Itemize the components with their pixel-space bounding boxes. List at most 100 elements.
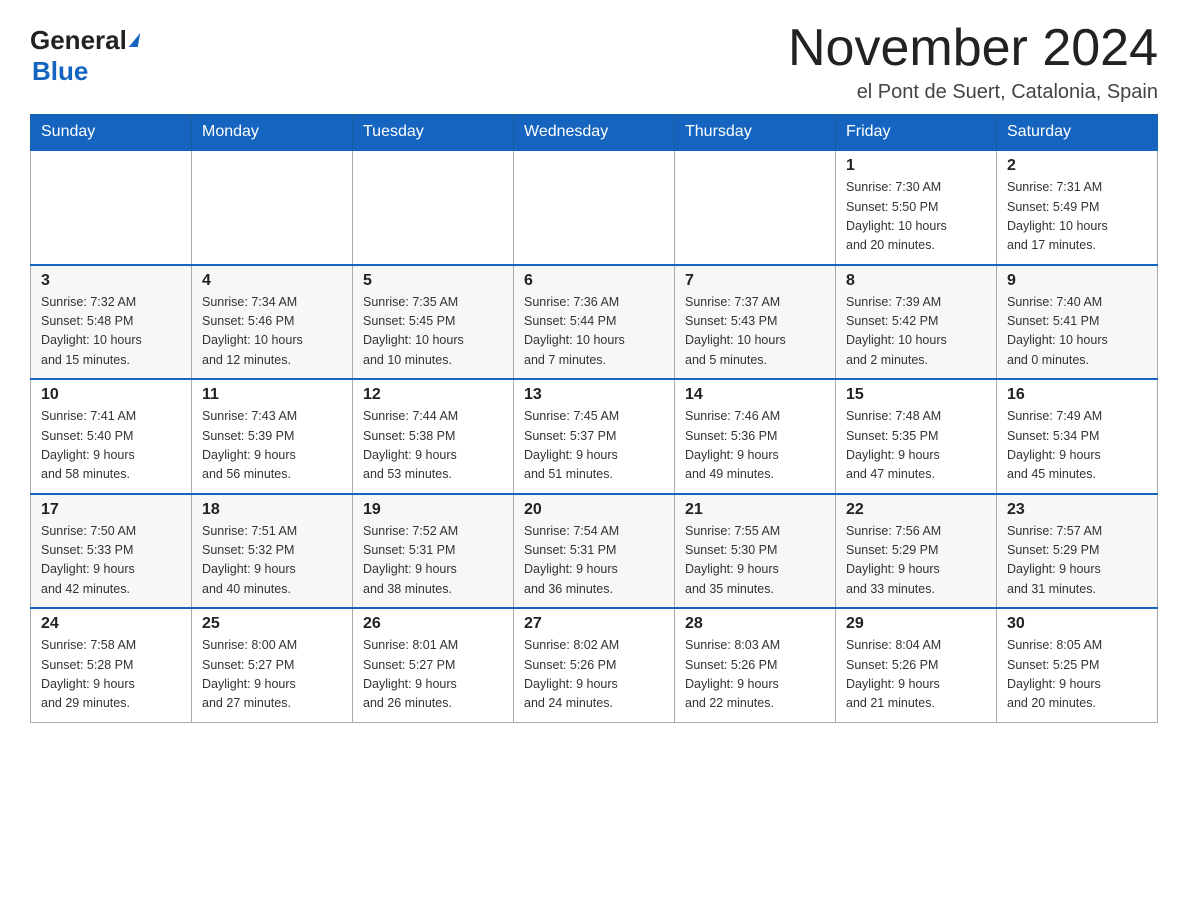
- calendar-cell: [192, 150, 353, 265]
- calendar-cell: 25 Sunrise: 8:00 AM Sunset: 5:27 PM Dayli…: [192, 608, 353, 722]
- calendar-cell: 18 Sunrise: 7:51 AM Sunset: 5:32 PM Dayli…: [192, 494, 353, 609]
- day-info: Sunrise: 8:00 AM Sunset: 5:27 PM Dayligh…: [202, 636, 342, 714]
- day-info: Sunrise: 7:37 AM Sunset: 5:43 PM Dayligh…: [685, 293, 825, 371]
- day-info: Sunrise: 7:45 AM Sunset: 5:37 PM Dayligh…: [524, 407, 664, 485]
- day-number: 17: [41, 501, 181, 519]
- day-info: Sunrise: 7:48 AM Sunset: 5:35 PM Dayligh…: [846, 407, 986, 485]
- day-info: Sunrise: 7:51 AM Sunset: 5:32 PM Dayligh…: [202, 522, 342, 600]
- calendar-cell: 2Sunrise: 7:31 AM Sunset: 5:49 PM Daylig…: [997, 150, 1158, 265]
- day-number: 10: [41, 386, 181, 404]
- day-number: 27: [524, 615, 664, 633]
- weekday-header-friday: Friday: [836, 115, 997, 151]
- calendar-cell: 28Sunrise: 8:03 AM Sunset: 5:26 PM Dayli…: [675, 608, 836, 722]
- calendar-cell: [675, 150, 836, 265]
- day-number: 25: [202, 615, 342, 633]
- day-info: Sunrise: 8:03 AM Sunset: 5:26 PM Dayligh…: [685, 636, 825, 714]
- calendar-table: SundayMondayTuesdayWednesdayThursdayFrid…: [30, 114, 1158, 723]
- calendar-cell: 6 Sunrise: 7:36 AM Sunset: 5:44 PM Daylig…: [514, 265, 675, 380]
- day-number: 18: [202, 501, 342, 519]
- day-number: 4: [202, 272, 342, 290]
- day-number: 13: [524, 386, 664, 404]
- day-info: Sunrise: 7:36 AM Sunset: 5:44 PM Dayligh…: [524, 293, 664, 371]
- weekday-header-monday: Monday: [192, 115, 353, 151]
- day-number: 11: [202, 386, 342, 404]
- calendar-header-row: SundayMondayTuesdayWednesdayThursdayFrid…: [31, 115, 1158, 151]
- day-info: Sunrise: 7:55 AM Sunset: 5:30 PM Dayligh…: [685, 522, 825, 600]
- day-info: Sunrise: 8:05 AM Sunset: 5:25 PM Dayligh…: [1007, 636, 1147, 714]
- calendar-cell: 11 Sunrise: 7:43 AM Sunset: 5:39 PM Dayli…: [192, 379, 353, 494]
- day-number: 26: [363, 615, 503, 633]
- calendar-cell: 21Sunrise: 7:55 AM Sunset: 5:30 PM Dayli…: [675, 494, 836, 609]
- day-info: Sunrise: 7:31 AM Sunset: 5:49 PM Dayligh…: [1007, 178, 1147, 256]
- week-row-4: 17 Sunrise: 7:50 AM Sunset: 5:33 PM Dayli…: [31, 494, 1158, 609]
- day-number: 6: [524, 272, 664, 290]
- calendar-cell: 24Sunrise: 7:58 AM Sunset: 5:28 PM Dayli…: [31, 608, 192, 722]
- calendar-cell: 17 Sunrise: 7:50 AM Sunset: 5:33 PM Dayli…: [31, 494, 192, 609]
- day-info: Sunrise: 7:52 AM Sunset: 5:31 PM Dayligh…: [363, 522, 503, 600]
- calendar-cell: [31, 150, 192, 265]
- day-number: 8: [846, 272, 986, 290]
- calendar-cell: 30 Sunrise: 8:05 AM Sunset: 5:25 PM Dayli…: [997, 608, 1158, 722]
- calendar-cell: 1 Sunrise: 7:30 AM Sunset: 5:50 PM Daylig…: [836, 150, 997, 265]
- calendar-cell: 26 Sunrise: 8:01 AM Sunset: 5:27 PM Dayli…: [353, 608, 514, 722]
- page-header: General Blue November 2024 el Pont de Su…: [30, 20, 1158, 104]
- day-number: 20: [524, 501, 664, 519]
- week-row-3: 10 Sunrise: 7:41 AM Sunset: 5:40 PM Dayli…: [31, 379, 1158, 494]
- day-number: 22: [846, 501, 986, 519]
- day-info: Sunrise: 7:49 AM Sunset: 5:34 PM Dayligh…: [1007, 407, 1147, 485]
- day-info: Sunrise: 7:44 AM Sunset: 5:38 PM Dayligh…: [363, 407, 503, 485]
- day-info: Sunrise: 7:40 AM Sunset: 5:41 PM Dayligh…: [1007, 293, 1147, 371]
- day-info: Sunrise: 7:34 AM Sunset: 5:46 PM Dayligh…: [202, 293, 342, 371]
- day-info: Sunrise: 8:01 AM Sunset: 5:27 PM Dayligh…: [363, 636, 503, 714]
- calendar-cell: 3Sunrise: 7:32 AM Sunset: 5:48 PM Daylig…: [31, 265, 192, 380]
- calendar-cell: 13 Sunrise: 7:45 AM Sunset: 5:37 PM Dayli…: [514, 379, 675, 494]
- day-info: Sunrise: 7:41 AM Sunset: 5:40 PM Dayligh…: [41, 407, 181, 485]
- day-number: 15: [846, 386, 986, 404]
- calendar-cell: 23Sunrise: 7:57 AM Sunset: 5:29 PM Dayli…: [997, 494, 1158, 609]
- day-number: 5: [363, 272, 503, 290]
- location: el Pont de Suert, Catalonia, Spain: [788, 81, 1158, 104]
- logo: General Blue: [30, 20, 139, 87]
- day-info: Sunrise: 8:04 AM Sunset: 5:26 PM Dayligh…: [846, 636, 986, 714]
- day-number: 12: [363, 386, 503, 404]
- calendar-cell: 9 Sunrise: 7:40 AM Sunset: 5:41 PM Daylig…: [997, 265, 1158, 380]
- day-info: Sunrise: 7:30 AM Sunset: 5:50 PM Dayligh…: [846, 178, 986, 256]
- weekday-header-saturday: Saturday: [997, 115, 1158, 151]
- day-number: 3: [41, 272, 181, 290]
- day-info: Sunrise: 7:43 AM Sunset: 5:39 PM Dayligh…: [202, 407, 342, 485]
- day-info: Sunrise: 8:02 AM Sunset: 5:26 PM Dayligh…: [524, 636, 664, 714]
- day-number: 7: [685, 272, 825, 290]
- day-info: Sunrise: 7:46 AM Sunset: 5:36 PM Dayligh…: [685, 407, 825, 485]
- day-number: 16: [1007, 386, 1147, 404]
- calendar-cell: 19 Sunrise: 7:52 AM Sunset: 5:31 PM Dayli…: [353, 494, 514, 609]
- calendar-cell: 16 Sunrise: 7:49 AM Sunset: 5:34 PM Dayli…: [997, 379, 1158, 494]
- day-number: 19: [363, 501, 503, 519]
- month-title: November 2024: [788, 20, 1158, 77]
- calendar-cell: 5 Sunrise: 7:35 AM Sunset: 5:45 PM Daylig…: [353, 265, 514, 380]
- day-info: Sunrise: 7:50 AM Sunset: 5:33 PM Dayligh…: [41, 522, 181, 600]
- day-number: 1: [846, 157, 986, 175]
- day-info: Sunrise: 7:54 AM Sunset: 5:31 PM Dayligh…: [524, 522, 664, 600]
- day-number: 30: [1007, 615, 1147, 633]
- calendar-cell: 15 Sunrise: 7:48 AM Sunset: 5:35 PM Dayli…: [836, 379, 997, 494]
- day-info: Sunrise: 7:35 AM Sunset: 5:45 PM Dayligh…: [363, 293, 503, 371]
- calendar-cell: 4 Sunrise: 7:34 AM Sunset: 5:46 PM Daylig…: [192, 265, 353, 380]
- calendar-cell: 8Sunrise: 7:39 AM Sunset: 5:42 PM Daylig…: [836, 265, 997, 380]
- day-number: 9: [1007, 272, 1147, 290]
- calendar-cell: 14 Sunrise: 7:46 AM Sunset: 5:36 PM Dayli…: [675, 379, 836, 494]
- calendar-cell: 22Sunrise: 7:56 AM Sunset: 5:29 PM Dayli…: [836, 494, 997, 609]
- day-number: 23: [1007, 501, 1147, 519]
- calendar-cell: [353, 150, 514, 265]
- week-row-5: 24Sunrise: 7:58 AM Sunset: 5:28 PM Dayli…: [31, 608, 1158, 722]
- week-row-1: 1 Sunrise: 7:30 AM Sunset: 5:50 PM Daylig…: [31, 150, 1158, 265]
- calendar-cell: 10 Sunrise: 7:41 AM Sunset: 5:40 PM Dayli…: [31, 379, 192, 494]
- week-row-2: 3Sunrise: 7:32 AM Sunset: 5:48 PM Daylig…: [31, 265, 1158, 380]
- logo-blue: Blue: [32, 56, 88, 87]
- weekday-header-thursday: Thursday: [675, 115, 836, 151]
- calendar-cell: 12 Sunrise: 7:44 AM Sunset: 5:38 PM Dayli…: [353, 379, 514, 494]
- calendar-cell: [514, 150, 675, 265]
- weekday-header-tuesday: Tuesday: [353, 115, 514, 151]
- logo-general: General: [30, 25, 127, 56]
- day-number: 14: [685, 386, 825, 404]
- weekday-header-sunday: Sunday: [31, 115, 192, 151]
